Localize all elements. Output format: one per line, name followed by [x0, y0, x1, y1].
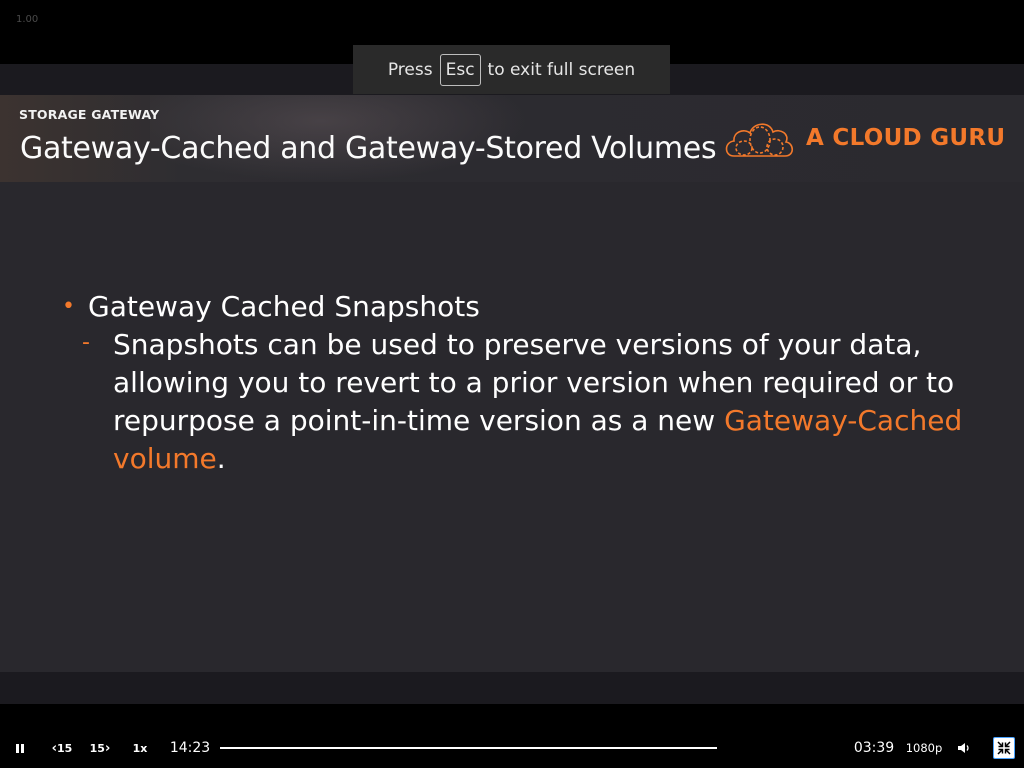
sub-bullet-paragraph: Snapshots can be used to preserve versio…	[113, 326, 963, 478]
volume-icon	[958, 743, 969, 753]
player-controls: ‹ 15 15 › 1x 14:23 03:39 1080p	[0, 728, 1024, 768]
exit-fullscreen-icon	[993, 737, 1015, 759]
brand-logo: A CLOUD GURU	[722, 116, 1005, 160]
toast-press-text: Press	[387, 59, 433, 80]
rewind-15-button[interactable]: ‹ 15	[48, 728, 76, 768]
forward-15-button[interactable]: 15 ›	[86, 728, 114, 768]
rewind-label: 15	[57, 741, 73, 755]
forward-label: 15	[89, 741, 105, 755]
bullet-text: Gateway Cached Snapshots	[88, 290, 480, 323]
slide-title: Gateway-Cached and Gateway-Stored Volume…	[20, 131, 717, 166]
video-slide[interactable]: STORAGE GATEWAY Gateway-Cached and Gatew…	[0, 64, 1024, 704]
cloud-logo-icon	[725, 123, 794, 157]
remaining-time: 03:39	[853, 740, 895, 756]
toast-suffix-text: to exit full screen	[487, 59, 636, 80]
logo-text: A CLOUD GURU	[806, 125, 1006, 151]
elapsed-time: 14:23	[169, 740, 211, 756]
slide-body: • Gateway Cached Snapshots - Snapshots c…	[0, 182, 1024, 672]
slide-header: STORAGE GATEWAY Gateway-Cached and Gatew…	[0, 95, 1024, 182]
dash-icon: -	[82, 330, 90, 355]
esc-key-badge: Esc	[439, 53, 481, 86]
sub-bullet-end: .	[216, 442, 226, 475]
seek-bar-fill	[220, 747, 717, 749]
volume-button[interactable]	[952, 728, 976, 768]
quality-button[interactable]: 1080p	[904, 728, 944, 768]
playback-speed-button[interactable]: 1x	[128, 728, 152, 768]
exit-fullscreen-button[interactable]	[992, 728, 1016, 768]
seek-bar[interactable]	[220, 747, 717, 749]
section-kicker: STORAGE GATEWAY	[19, 107, 160, 122]
debug-overlay-value: 1.00	[16, 14, 39, 25]
pause-button[interactable]	[8, 728, 32, 768]
bullet-dot-icon: •	[62, 294, 75, 319]
fullscreen-exit-toast: Press Esc to exit full screen	[353, 45, 670, 94]
pause-icon	[16, 744, 24, 753]
chevron-right-icon: ›	[104, 740, 111, 756]
